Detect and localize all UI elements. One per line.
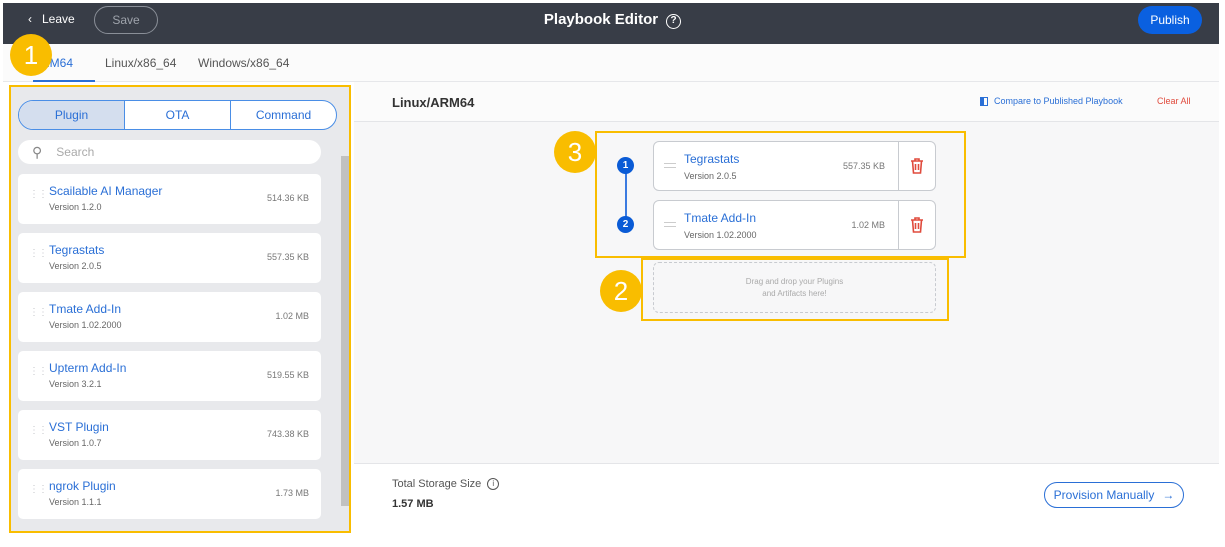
annotation-badge-2: 2 <box>600 270 642 312</box>
tab-linux-x86[interactable]: Linux/x86_64 <box>105 56 176 70</box>
info-icon[interactable]: i <box>487 478 500 490</box>
compare-link[interactable]: Compare to Published Playbook <box>980 96 1123 106</box>
annotation-badge-3: 3 <box>554 131 596 173</box>
provision-label: Provision Manually <box>1053 488 1155 502</box>
storage-value: 1.57 MB <box>392 498 434 510</box>
platform-title: Linux/ARM64 <box>392 95 475 110</box>
platform-tabs: ARM64 Linux/x86_64 Windows/x86_64 <box>3 44 1219 82</box>
annotation-box-1 <box>9 85 351 533</box>
annotation-box-2 <box>641 258 949 321</box>
publish-button[interactable]: Publish <box>1138 6 1202 34</box>
compare-label: Compare to Published Playbook <box>994 96 1123 106</box>
page-title: Playbook Editor? <box>0 11 1225 29</box>
tab-windows-x86[interactable]: Windows/x86_64 <box>198 56 289 70</box>
arrow-right-icon: → <box>1162 488 1175 502</box>
storage-label: Total Storage Size i <box>392 478 500 490</box>
compare-icon <box>980 96 988 106</box>
annotation-box-3 <box>595 131 966 258</box>
storage-label-text: Total Storage Size <box>392 478 482 490</box>
provision-manually-button[interactable]: Provision Manually → <box>1044 482 1184 508</box>
title-text: Playbook Editor <box>543 11 659 28</box>
help-icon[interactable]: ? <box>666 14 682 29</box>
annotation-badge-1: 1 <box>10 34 52 76</box>
clear-all-button[interactable]: Clear All <box>1157 96 1191 106</box>
